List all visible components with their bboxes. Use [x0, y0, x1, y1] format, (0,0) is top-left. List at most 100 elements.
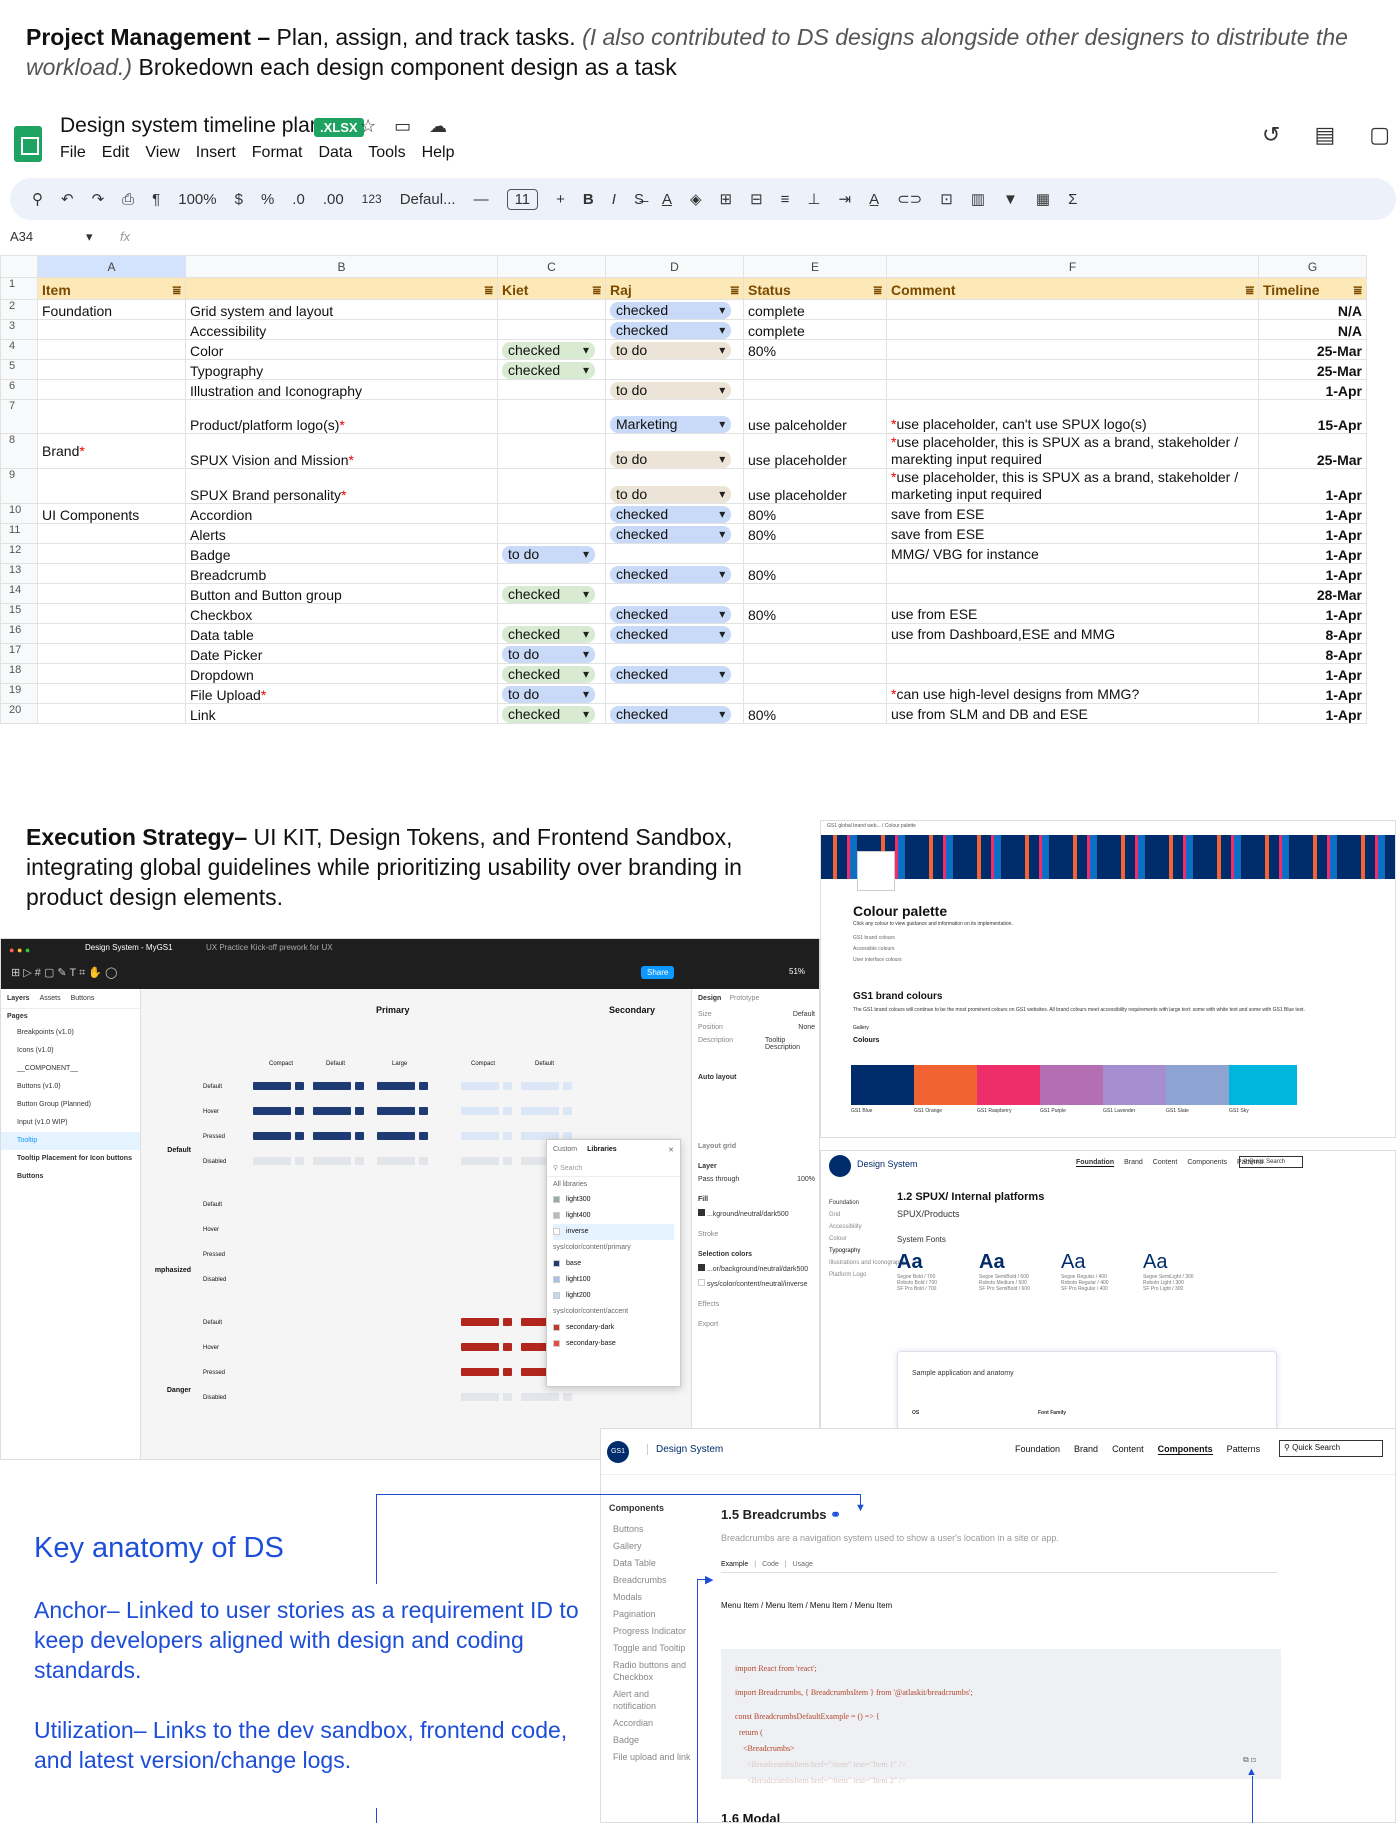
share-button[interactable]: Share — [641, 966, 675, 979]
chart-icon[interactable]: ▥ — [971, 190, 985, 208]
button-icon-sample[interactable] — [355, 1132, 364, 1140]
cell-status[interactable] — [743, 359, 887, 380]
palette-breadcrumb[interactable]: GS1 global brand web... / Colour palette — [827, 823, 916, 829]
cell-status[interactable]: 80% — [743, 703, 887, 724]
comments-icon[interactable]: ▤ — [1314, 122, 1335, 148]
button-sample[interactable] — [461, 1132, 499, 1140]
status-chip[interactable]: checked — [502, 586, 596, 603]
nav-content[interactable]: Content — [1112, 1444, 1144, 1455]
menu-help[interactable]: Help — [422, 144, 455, 162]
tab-example[interactable]: Example — [721, 1561, 748, 1568]
page-item[interactable]: Buttons — [1, 1168, 140, 1186]
cell-comment[interactable] — [886, 339, 1259, 360]
history-icon[interactable]: ↺ — [1262, 122, 1280, 148]
cell-comment[interactable] — [886, 583, 1259, 604]
cell-task[interactable]: File Upload* — [185, 683, 498, 704]
cell-status[interactable] — [743, 663, 887, 684]
cell-task[interactable]: Breadcrumb — [185, 563, 498, 584]
spux-side-item[interactable]: Foundation — [829, 1197, 906, 1209]
button-sample[interactable] — [461, 1318, 499, 1326]
cell-item[interactable] — [37, 563, 186, 584]
cell-task[interactable]: Product/platform logo(s)* — [185, 399, 498, 434]
filter-icon[interactable]: ▼ — [1003, 191, 1018, 208]
cell-timeline[interactable]: 1-Apr — [1258, 663, 1367, 684]
zoom-level[interactable]: 51% — [789, 967, 805, 976]
cell-status[interactable]: 80% — [743, 339, 887, 360]
cell-status[interactable]: use placeholder — [743, 433, 887, 469]
cell-timeline[interactable]: 1-Apr — [1258, 543, 1367, 564]
row-number[interactable]: 10 — [0, 503, 38, 524]
row-number[interactable]: 17 — [0, 643, 38, 664]
button-icon-sample[interactable] — [503, 1107, 512, 1115]
button-sample[interactable] — [313, 1157, 351, 1165]
cell-comment[interactable]: *use placeholder, this is SPUX as a bran… — [886, 468, 1259, 504]
cell-item[interactable] — [37, 603, 186, 624]
button-icon-sample[interactable] — [563, 1082, 572, 1090]
raj-dropdown[interactable]: checked — [605, 703, 744, 724]
button-sample[interactable] — [377, 1132, 415, 1140]
header-comment[interactable]: Comment ⩸ — [886, 277, 1259, 300]
colour-swatch[interactable]: GS1 Sky — [1229, 1065, 1297, 1127]
button-sample[interactable] — [521, 1082, 559, 1090]
undo-icon[interactable]: ↶ — [61, 190, 74, 208]
quick-search-input[interactable]: ⚲ Quick Search — [1239, 1156, 1303, 1168]
row-number[interactable]: 8 — [0, 433, 38, 469]
link-icon[interactable]: ⊂⊃ — [897, 190, 922, 208]
cell-item[interactable] — [37, 523, 186, 544]
filter-views-icon[interactable]: ▦ — [1036, 190, 1050, 208]
button-sample[interactable] — [253, 1132, 291, 1140]
library-item[interactable]: light200 — [553, 1288, 674, 1304]
raj-dropdown[interactable]: to do — [605, 468, 744, 504]
button-sample[interactable] — [377, 1107, 415, 1115]
button-icon-sample[interactable] — [563, 1393, 572, 1401]
assets-tab[interactable]: Assets — [40, 995, 61, 1002]
cell-task[interactable]: Dropdown — [185, 663, 498, 684]
button-icon-sample[interactable] — [419, 1082, 428, 1090]
cell-timeline[interactable]: 25-Mar — [1258, 359, 1367, 380]
button-sample[interactable] — [461, 1368, 499, 1376]
move-folder-icon[interactable]: ▭ — [394, 116, 411, 137]
cell-status[interactable]: 80% — [743, 523, 887, 544]
menu-file[interactable]: File — [60, 144, 86, 162]
status-chip[interactable]: to do — [502, 546, 596, 563]
button-icon-sample[interactable] — [295, 1157, 304, 1165]
row-number[interactable]: 11 — [0, 523, 38, 544]
cell-timeline[interactable]: 8-Apr — [1258, 643, 1367, 664]
raj-dropdown[interactable] — [605, 683, 744, 704]
cell-timeline[interactable]: 25-Mar — [1258, 433, 1367, 469]
button-sample[interactable] — [521, 1393, 559, 1401]
raj-dropdown[interactable]: to do — [605, 433, 744, 469]
nav-brand[interactable]: Brand — [1124, 1159, 1143, 1167]
cell-item[interactable] — [37, 543, 186, 564]
status-chip[interactable]: checked — [502, 626, 596, 643]
cell-timeline[interactable]: 1-Apr — [1258, 503, 1367, 524]
button-icon-sample[interactable] — [355, 1082, 364, 1090]
library-item[interactable]: sys/color/content/primary — [553, 1240, 674, 1256]
button-icon-sample[interactable] — [355, 1107, 364, 1115]
cell-timeline[interactable]: 1-Apr — [1258, 683, 1367, 704]
cell-status[interactable]: use palceholder — [743, 399, 887, 434]
button-sample[interactable] — [461, 1082, 499, 1090]
kiet-dropdown[interactable]: checked — [497, 583, 606, 604]
button-sample[interactable] — [461, 1157, 499, 1165]
raj-dropdown[interactable] — [605, 359, 744, 380]
button-icon-sample[interactable] — [355, 1157, 364, 1165]
cell-item[interactable] — [37, 399, 186, 434]
cell-status[interactable]: complete — [743, 319, 887, 340]
kiet-dropdown[interactable] — [497, 433, 606, 469]
colour-swatch[interactable]: GS1 Orange — [914, 1065, 982, 1127]
button-sample[interactable] — [313, 1082, 351, 1090]
sidebar-item[interactable]: Badge — [613, 1734, 691, 1746]
row-number[interactable]: 18 — [0, 663, 38, 684]
row-number[interactable]: 2 — [0, 299, 38, 320]
header-kiet[interactable]: Kiet ⩸ — [497, 277, 606, 300]
header-timeline[interactable]: Timeline ⩸ — [1258, 277, 1367, 300]
raj-dropdown[interactable]: checked — [605, 299, 744, 320]
kiet-dropdown[interactable] — [497, 468, 606, 504]
merge-icon[interactable]: ⊟ — [750, 190, 763, 208]
colour-swatch[interactable]: GS1 Slate — [1166, 1065, 1234, 1127]
col-e[interactable]: E — [743, 255, 887, 278]
kiet-dropdown[interactable] — [497, 379, 606, 400]
raj-dropdown[interactable]: checked — [605, 319, 744, 340]
button-sample[interactable] — [461, 1107, 499, 1115]
